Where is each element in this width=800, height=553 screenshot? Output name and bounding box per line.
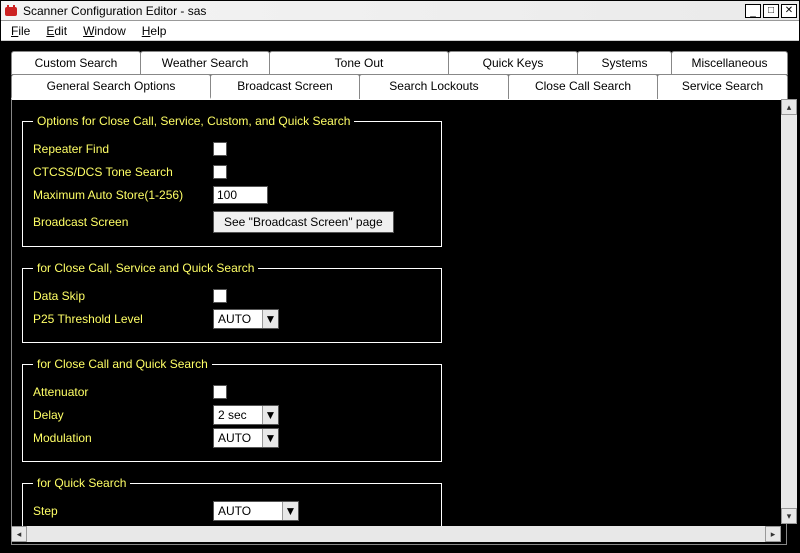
max-auto-store-label: Maximum Auto Store(1-256) <box>33 188 213 202</box>
step-label: Step <box>33 504 213 518</box>
client-area: Custom Search Weather Search Tone Out Qu… <box>1 41 799 552</box>
attenuator-label: Attenuator <box>33 385 213 399</box>
menu-file[interactable]: File <box>5 22 36 40</box>
attenuator-checkbox[interactable] <box>213 385 227 399</box>
group2-legend: for Close Call, Service and Quick Search <box>33 261 258 275</box>
group-close-call-service-custom-quick: Options for Close Call, Service, Custom,… <box>22 114 442 247</box>
tabs-row-2: General Search Options Broadcast Screen … <box>11 74 787 99</box>
tab-quick-keys[interactable]: Quick Keys <box>448 51 578 75</box>
maximize-button[interactable]: □ <box>763 4 779 18</box>
modulation-label: Modulation <box>33 431 213 445</box>
repeater-find-checkbox[interactable] <box>213 142 227 156</box>
menu-help[interactable]: Help <box>136 22 173 40</box>
chevron-down-icon: ▼ <box>282 502 298 520</box>
tab-service-search[interactable]: Service Search <box>657 74 788 99</box>
minimize-button[interactable]: _ <box>745 4 761 18</box>
p25-threshold-label: P25 Threshold Level <box>33 312 213 326</box>
group1-legend: Options for Close Call, Service, Custom,… <box>33 114 354 128</box>
data-skip-label: Data Skip <box>33 289 213 303</box>
scroll-down-icon[interactable]: ▾ <box>781 508 797 524</box>
tab-custom-search[interactable]: Custom Search <box>11 51 141 75</box>
window-buttons: _ □ ✕ <box>743 4 797 18</box>
tab-weather-search[interactable]: Weather Search <box>140 51 270 75</box>
group-close-call-service-quick: for Close Call, Service and Quick Search… <box>22 261 442 343</box>
max-auto-store-input[interactable] <box>213 186 268 204</box>
step-value: AUTO <box>218 504 282 518</box>
tab-systems[interactable]: Systems <box>577 51 672 75</box>
see-broadcast-screen-button[interactable]: See "Broadcast Screen" page <box>213 211 394 233</box>
scroll-up-icon[interactable]: ▴ <box>781 99 797 115</box>
ctcss-dcs-checkbox[interactable] <box>213 165 227 179</box>
scroll-left-icon[interactable]: ◂ <box>11 526 27 542</box>
group-close-call-quick: for Close Call and Quick Search Attenuat… <box>22 357 442 462</box>
p25-threshold-value: AUTO <box>218 312 262 326</box>
titlebar: Scanner Configuration Editor - sas _ □ ✕ <box>1 1 799 21</box>
modulation-select[interactable]: AUTO ▼ <box>213 428 279 448</box>
app-window: Scanner Configuration Editor - sas _ □ ✕… <box>0 0 800 553</box>
broadcast-screen-label: Broadcast Screen <box>33 215 213 229</box>
window-title: Scanner Configuration Editor - sas <box>23 4 743 18</box>
app-icon <box>3 3 19 19</box>
modulation-value: AUTO <box>218 431 262 445</box>
menubar: File Edit Window Help <box>1 21 799 41</box>
chevron-down-icon: ▼ <box>262 406 278 424</box>
vertical-scrollbar[interactable]: ▴ ▾ <box>781 99 797 524</box>
scroll-right-icon[interactable]: ▸ <box>765 526 781 542</box>
menu-window[interactable]: Window <box>77 22 132 40</box>
data-skip-checkbox[interactable] <box>213 289 227 303</box>
step-select[interactable]: AUTO ▼ <box>213 501 299 521</box>
repeater-find-label: Repeater Find <box>33 142 213 156</box>
tab-broadcast-screen[interactable]: Broadcast Screen <box>210 74 360 99</box>
group3-legend: for Close Call and Quick Search <box>33 357 212 371</box>
delay-select[interactable]: 2 sec ▼ <box>213 405 279 425</box>
chevron-down-icon: ▼ <box>262 429 278 447</box>
tab-panel: Options for Close Call, Service, Custom,… <box>11 98 787 545</box>
delay-value: 2 sec <box>218 408 262 422</box>
scroll-track-h[interactable] <box>27 526 765 542</box>
scroll-track-v[interactable] <box>781 115 797 508</box>
tab-close-call-search[interactable]: Close Call Search <box>508 74 658 99</box>
p25-threshold-select[interactable]: AUTO ▼ <box>213 309 279 329</box>
tab-tone-out[interactable]: Tone Out <box>269 51 449 75</box>
close-button[interactable]: ✕ <box>781 4 797 18</box>
tab-search-lockouts[interactable]: Search Lockouts <box>359 74 509 99</box>
ctcss-dcs-label: CTCSS/DCS Tone Search <box>33 165 213 179</box>
chevron-down-icon: ▼ <box>262 310 278 328</box>
menu-edit[interactable]: Edit <box>40 22 73 40</box>
tabs-row-1: Custom Search Weather Search Tone Out Qu… <box>11 51 787 75</box>
group4-legend: for Quick Search <box>33 476 130 490</box>
tab-general-search-options[interactable]: General Search Options <box>11 74 211 99</box>
horizontal-scrollbar[interactable]: ◂ ▸ <box>11 526 781 542</box>
tab-miscellaneous[interactable]: Miscellaneous <box>671 51 788 75</box>
delay-label: Delay <box>33 408 213 422</box>
